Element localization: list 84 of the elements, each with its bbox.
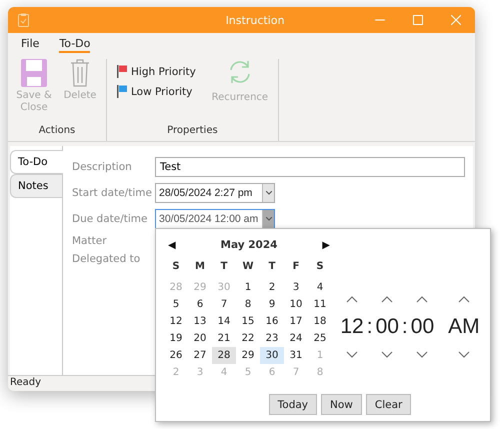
calendar-day[interactable]: 2 xyxy=(260,279,284,296)
calendar-day[interactable]: 25 xyxy=(308,330,332,347)
calendar-day[interactable]: 28 xyxy=(212,347,236,364)
weekday-label: S xyxy=(315,261,325,274)
calendar-day[interactable]: 17 xyxy=(284,313,308,330)
calendar-day[interactable]: 1 xyxy=(236,279,260,296)
time-separator: : xyxy=(366,314,373,338)
calendar-day[interactable]: 22 xyxy=(236,330,260,347)
chevron-down-icon[interactable] xyxy=(346,350,358,358)
group-label: Properties xyxy=(166,125,219,138)
time-separator: : xyxy=(402,314,408,338)
chevron-up-icon[interactable] xyxy=(416,296,428,302)
weekday-label: S xyxy=(171,261,181,274)
calendar-day[interactable]: 29 xyxy=(236,347,260,364)
maximize-icon xyxy=(413,15,423,25)
flag-icon xyxy=(117,65,127,78)
next-month-button[interactable]: ▶ xyxy=(322,240,330,250)
dropdown-button[interactable] xyxy=(262,184,274,202)
minute-value[interactable]: 00 xyxy=(376,314,399,338)
weekday-label: F xyxy=(292,261,300,274)
field-label: Description xyxy=(72,161,133,173)
clipboard-icon xyxy=(18,13,29,27)
month-title: May 2024 xyxy=(220,239,278,251)
calendar-day[interactable]: 5 xyxy=(164,296,188,313)
priority-button[interactable]: Low Priority xyxy=(117,85,196,98)
description-field[interactable]: Test xyxy=(155,157,465,177)
trash-icon xyxy=(70,59,90,87)
calendar-day[interactable]: 12 xyxy=(164,313,188,330)
meridiem-value[interactable]: AM xyxy=(448,314,480,338)
field-label: Matter xyxy=(72,235,108,247)
calendar-day[interactable]: 26 xyxy=(164,347,188,364)
weekday-label: T xyxy=(220,261,228,274)
calendar-day[interactable]: 8 xyxy=(236,296,260,313)
calendar-day[interactable]: 15 xyxy=(236,313,260,330)
calendar-day[interactable]: 31 xyxy=(284,347,308,364)
menu-tab[interactable]: To-Do xyxy=(59,37,90,53)
date-field[interactable]: 28/05/2024 2:27 pm xyxy=(155,183,275,203)
window-title: Instruction xyxy=(224,14,286,26)
calendar-day[interactable]: 27 xyxy=(188,347,212,364)
chevron-up-icon[interactable] xyxy=(346,296,358,302)
calendar-day[interactable]: 7 xyxy=(212,296,236,313)
close-icon xyxy=(451,15,461,25)
chevron-down-icon[interactable] xyxy=(458,350,470,358)
second-value[interactable]: 00 xyxy=(410,314,434,338)
popup-button[interactable]: Now xyxy=(321,394,362,415)
calendar-day[interactable]: 20 xyxy=(188,330,212,347)
chevron-down-icon[interactable] xyxy=(381,350,394,358)
dropdown-button[interactable] xyxy=(262,210,274,228)
caret-icon xyxy=(266,217,272,221)
calendar-day[interactable]: 24 xyxy=(284,330,308,347)
side-tab[interactable]: Notes xyxy=(10,174,62,198)
calendar-day[interactable]: 6 xyxy=(188,296,212,313)
popup-button[interactable]: Clear xyxy=(366,394,412,415)
calendar-day[interactable]: 21 xyxy=(212,330,236,347)
side-tab[interactable]: To-Do xyxy=(10,150,63,174)
calendar-day[interactable]: 11 xyxy=(308,296,332,313)
chevron-up-icon[interactable] xyxy=(381,296,394,302)
weekday-label: W xyxy=(241,261,255,274)
caret-icon xyxy=(266,191,272,195)
field-label: Delegated to xyxy=(72,253,142,265)
calendar-day[interactable]: 3 xyxy=(284,279,308,296)
chevron-up-icon[interactable] xyxy=(458,296,470,302)
menu-tab[interactable]: File xyxy=(21,37,40,53)
calendar-day[interactable]: 30 xyxy=(260,347,284,364)
calendar-day[interactable]: 16 xyxy=(260,313,284,330)
field-label: Due date/time xyxy=(72,213,148,225)
field-label: Start date/time xyxy=(72,187,153,199)
flag-icon xyxy=(117,85,127,98)
weekday-label: T xyxy=(268,261,276,274)
chevron-down-icon[interactable] xyxy=(416,350,428,358)
calendar-day[interactable]: 10 xyxy=(284,296,308,313)
calendar-day[interactable]: 4 xyxy=(308,279,332,296)
calendar-day[interactable]: 23 xyxy=(260,330,284,347)
calendar-day[interactable]: 18 xyxy=(308,313,332,330)
calendar-day[interactable]: 14 xyxy=(212,313,236,330)
popup-button[interactable]: Today xyxy=(268,394,318,415)
priority-button[interactable]: High Priority xyxy=(117,65,196,78)
calendar-day[interactable]: 19 xyxy=(164,330,188,347)
previous-month-button[interactable]: ◀ xyxy=(168,240,176,250)
group-label: Actions xyxy=(38,125,76,138)
calendar-day[interactable]: 9 xyxy=(260,296,284,313)
weekday-label: M xyxy=(194,261,206,274)
hour-value[interactable]: 12 xyxy=(340,314,364,338)
calendar-day[interactable]: 13 xyxy=(188,313,212,330)
